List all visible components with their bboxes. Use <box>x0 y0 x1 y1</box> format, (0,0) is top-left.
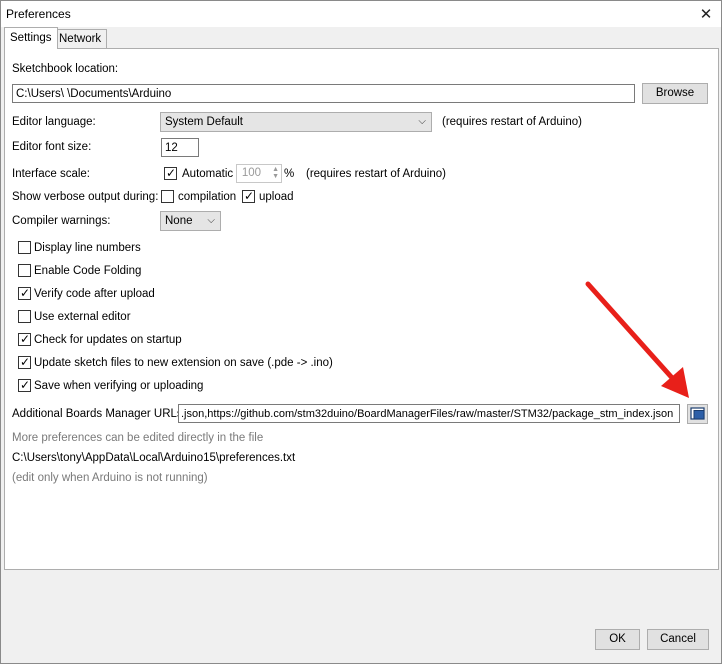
tab-settings[interactable]: Settings <box>4 27 58 49</box>
annotation-arrow <box>585 281 689 398</box>
